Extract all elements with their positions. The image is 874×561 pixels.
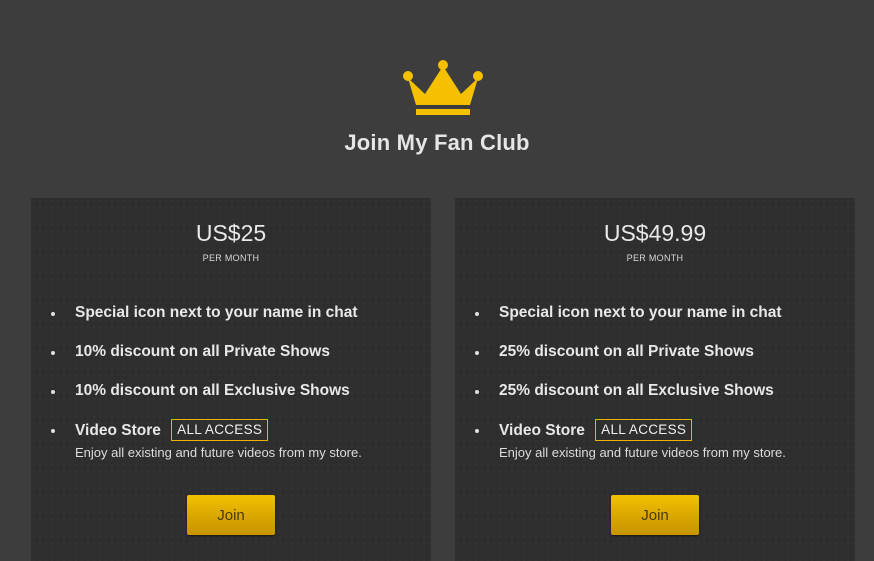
feature-text: Special icon next to your name in chat bbox=[75, 304, 358, 321]
bullet-icon bbox=[51, 390, 55, 394]
feature-text: 25% discount on all Private Shows bbox=[499, 343, 754, 360]
plan-feature-list: Special icon next to your name in chat 1… bbox=[51, 302, 362, 462]
plan-feature: 25% discount on all Exclusive Shows bbox=[475, 380, 786, 419]
all-access-badge: ALL ACCESS bbox=[171, 419, 269, 441]
plan-feature-list: Special icon next to your name in chat 2… bbox=[475, 302, 786, 462]
plan-card-premium: US$49.99 PER MONTH Special icon next to … bbox=[455, 198, 855, 561]
plan-feature: 10% discount on all Private Shows bbox=[51, 341, 362, 380]
plan-feature-video-store: Video Store ALL ACCESS Enjoy all existin… bbox=[51, 419, 362, 462]
bullet-icon bbox=[475, 312, 479, 316]
plan-feature-video-store: Video Store ALL ACCESS Enjoy all existin… bbox=[475, 419, 786, 462]
plan-feature: 25% discount on all Private Shows bbox=[475, 341, 786, 380]
feature-text: 25% discount on all Exclusive Shows bbox=[499, 382, 774, 399]
plan-price: US$49.99 bbox=[603, 220, 707, 246]
bullet-icon bbox=[51, 429, 55, 433]
feature-text: 10% discount on all Exclusive Shows bbox=[75, 382, 350, 399]
join-button[interactable]: Join bbox=[187, 495, 275, 535]
plan-period: PER MONTH bbox=[202, 253, 260, 263]
bullet-icon bbox=[475, 351, 479, 355]
page-title: Join My Fan Club bbox=[344, 130, 530, 155]
plan-card-basic: US$25 PER MONTH Special icon next to you… bbox=[31, 198, 431, 561]
plan-feature: 10% discount on all Exclusive Shows bbox=[51, 380, 362, 419]
plan-period: PER MONTH bbox=[626, 253, 684, 263]
bullet-icon bbox=[51, 351, 55, 355]
bullet-icon bbox=[51, 312, 55, 316]
bullet-icon bbox=[475, 429, 479, 433]
join-button[interactable]: Join bbox=[611, 495, 699, 535]
feature-text: Special icon next to your name in chat bbox=[499, 304, 782, 321]
video-store-note: Enjoy all existing and future videos fro… bbox=[75, 445, 362, 460]
bullet-icon bbox=[475, 390, 479, 394]
video-store-note: Enjoy all existing and future videos fro… bbox=[499, 445, 786, 460]
plan-feature: Special icon next to your name in chat bbox=[475, 302, 786, 341]
feature-text: Video Store bbox=[75, 422, 161, 439]
plan-feature: Special icon next to your name in chat bbox=[51, 302, 362, 341]
all-access-badge: ALL ACCESS bbox=[595, 419, 693, 441]
crown-icon bbox=[403, 60, 483, 115]
feature-text: 10% discount on all Private Shows bbox=[75, 343, 330, 360]
feature-text: Video Store bbox=[499, 422, 585, 439]
fan-club-page: Join My Fan Club US$25 PER MONTH Special… bbox=[0, 0, 874, 561]
plan-price: US$25 bbox=[195, 220, 267, 246]
